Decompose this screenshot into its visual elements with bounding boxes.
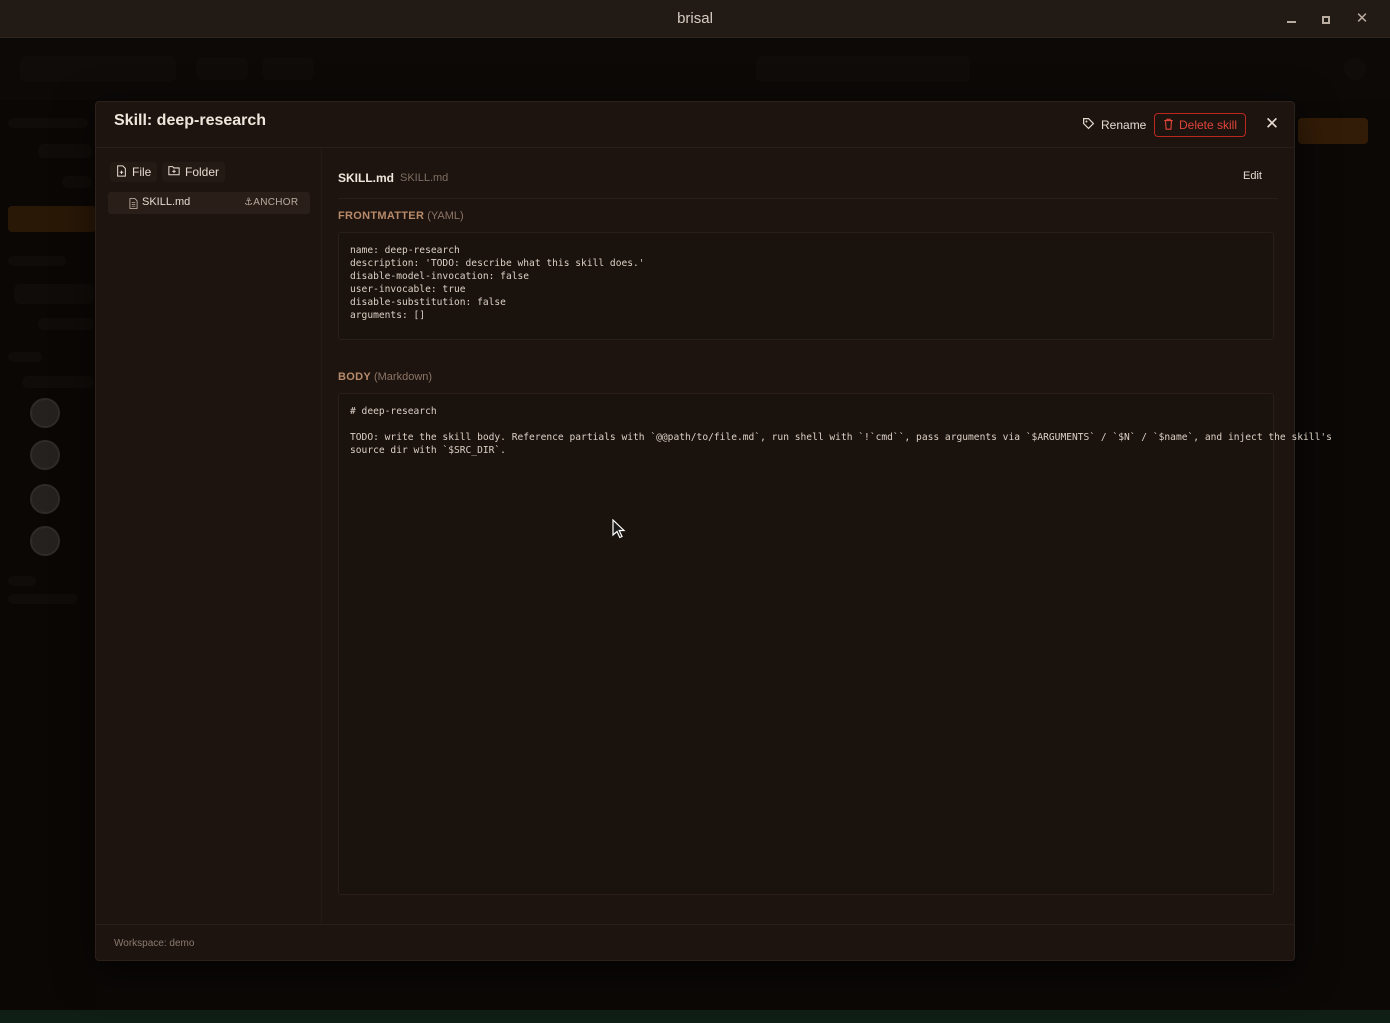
editor-file-name: SKILL.md — [338, 171, 394, 185]
background-bottom-strip — [0, 1010, 1390, 1023]
divider — [338, 198, 1278, 199]
new-folder-button[interactable]: Folder — [162, 162, 226, 182]
modal-title: Skill: deep-research — [114, 112, 267, 129]
tag-icon — [1082, 117, 1095, 133]
maximize-icon[interactable] — [1316, 9, 1336, 29]
body-label: BODY (Markdown) — [338, 371, 433, 383]
file-plus-icon — [116, 164, 127, 180]
close-icon[interactable]: ✕ — [1262, 114, 1282, 134]
modal-footer: Workspace: demo — [96, 924, 1294, 960]
window-title: brisal — [677, 10, 713, 27]
anchor-badge: ⚓ANCHOR — [244, 197, 299, 208]
delete-label: Delete skill — [1178, 118, 1238, 132]
new-file-button[interactable]: File — [110, 162, 158, 182]
file-list-item[interactable]: SKILL.md ⚓ANCHOR — [108, 192, 310, 214]
rename-label: Rename — [1101, 118, 1147, 132]
minimize-icon[interactable] — [1281, 9, 1301, 29]
file-button-label: File — [132, 165, 152, 179]
folder-button-label: Folder — [185, 165, 220, 179]
editor-panel: SKILL.md SKILL.md Edit FRONTMATTER (YAML)… — [338, 148, 1332, 924]
file-panel: File Folder SKILL.md ⚓ANCHOR — [96, 148, 322, 924]
body-viewer[interactable]: # deep-research TODO: write the skill bo… — [338, 393, 1332, 895]
edit-button[interactable]: Edit — [1243, 170, 1262, 182]
rename-button[interactable]: Rename — [1076, 113, 1152, 137]
trash-icon — [1163, 118, 1174, 133]
delete-skill-button[interactable]: Delete skill — [1154, 113, 1246, 137]
skill-modal: Skill: deep-research Rename Delete skill… — [95, 101, 1332, 961]
frontmatter-sublabel: (YAML) — [427, 210, 464, 222]
body-sublabel: (Markdown) — [373, 371, 433, 383]
window-titlebar: brisal ✕ — [0, 0, 1390, 38]
body-code: # deep-research TODO: write the skill bo… — [350, 406, 1332, 456]
workspace-label: Workspace: demo — [114, 938, 195, 949]
window-close-icon[interactable]: ✕ — [1352, 9, 1372, 29]
frontmatter-label: FRONTMATTER (YAML) — [338, 210, 464, 222]
file-name: SKILL.md — [142, 196, 191, 208]
anchor-icon: ⚓ — [244, 197, 254, 208]
frontmatter-code: name: deep-research description: 'TODO: … — [350, 245, 645, 321]
file-icon — [129, 196, 138, 214]
folder-plus-icon — [168, 165, 180, 179]
editor-file-path: SKILL.md — [400, 172, 449, 184]
modal-header: Skill: deep-research Rename Delete skill… — [96, 102, 1294, 148]
frontmatter-viewer[interactable]: name: deep-research description: 'TODO: … — [338, 232, 1274, 340]
mouse-cursor-icon — [612, 518, 626, 544]
